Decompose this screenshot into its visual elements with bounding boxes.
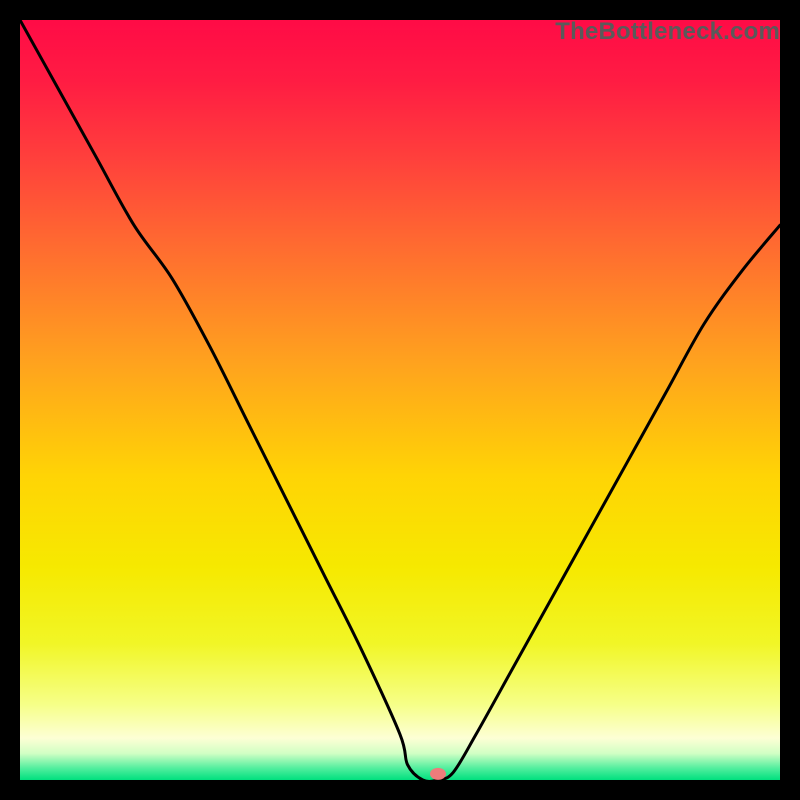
bottleneck-chart [20,20,780,780]
chart-background [20,20,780,780]
watermark-text: TheBottleneck.com [555,18,780,46]
bottleneck-marker [430,768,446,780]
chart-frame: TheBottleneck.com [20,20,780,780]
